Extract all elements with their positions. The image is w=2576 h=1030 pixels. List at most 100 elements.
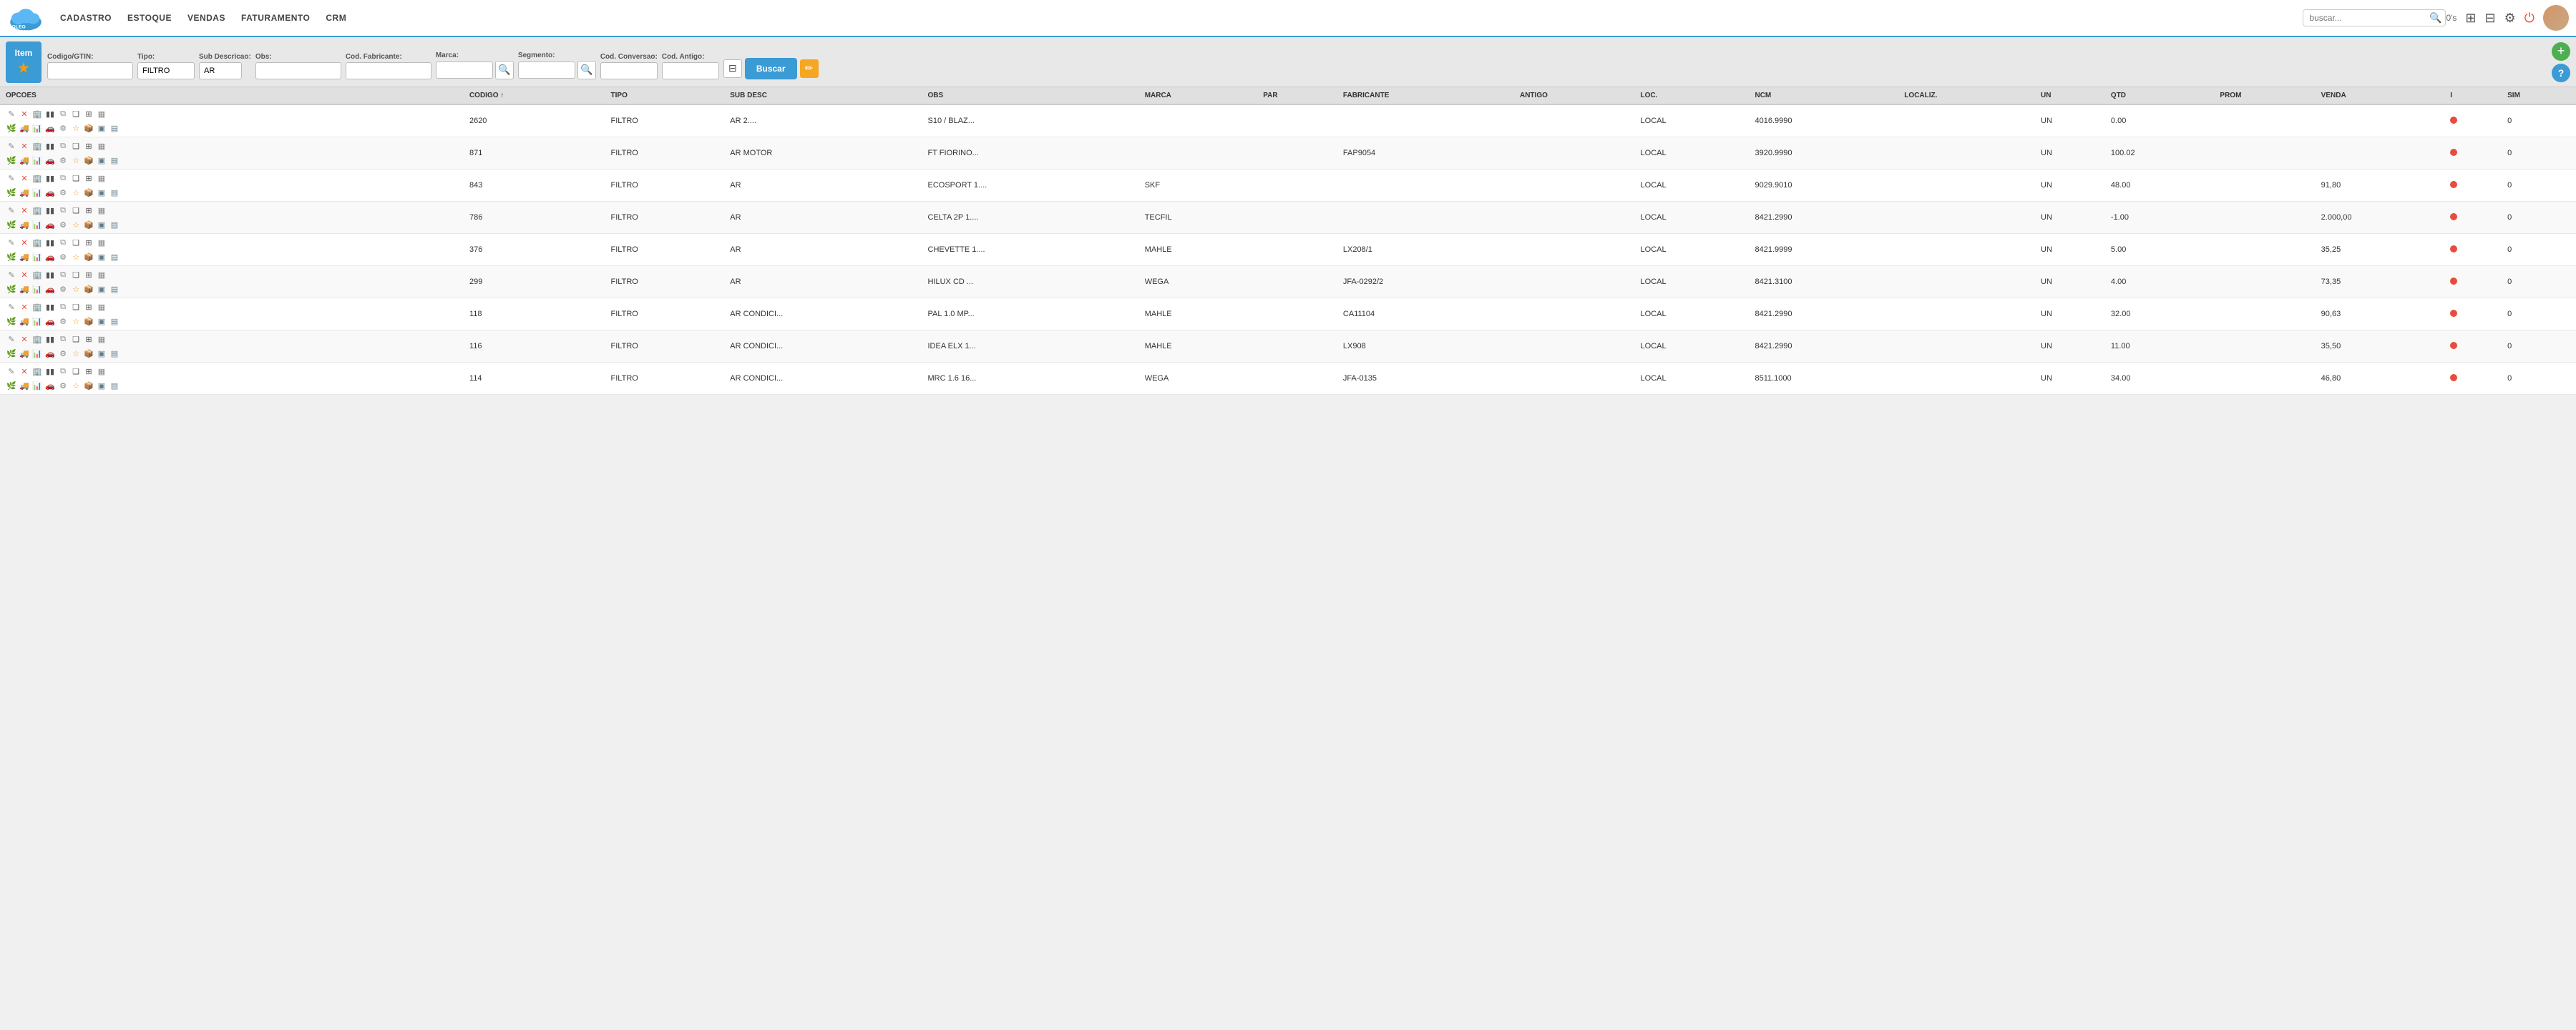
edit-icon[interactable]: ✎ xyxy=(6,140,17,152)
grid2-icon[interactable]: ▦ xyxy=(96,205,107,216)
company-icon[interactable]: 🏢 xyxy=(31,301,43,313)
copy1-icon[interactable]: ⧉ xyxy=(57,237,69,248)
car-icon[interactable]: 🚗 xyxy=(44,154,56,166)
copy1-icon[interactable]: ⧉ xyxy=(57,269,69,280)
input-sub-desc[interactable] xyxy=(199,62,242,79)
nav-vendas[interactable]: VENDAS xyxy=(186,10,227,26)
company-icon[interactable]: 🏢 xyxy=(31,237,43,248)
window1-icon[interactable]: ▣ xyxy=(96,380,107,391)
grid1-icon[interactable]: ⊞ xyxy=(83,237,94,248)
star-icon[interactable]: ☆ xyxy=(70,348,82,359)
edit-icon[interactable]: ✎ xyxy=(6,269,17,280)
barcode-icon[interactable]: ▮▮ xyxy=(44,140,56,152)
window1-icon[interactable]: ▣ xyxy=(96,348,107,359)
copy1-icon[interactable]: ⧉ xyxy=(57,333,69,345)
delete-icon[interactable]: ✕ xyxy=(19,301,30,313)
search-input[interactable] xyxy=(2303,9,2446,26)
copy1-icon[interactable]: ⧉ xyxy=(57,301,69,313)
chart-icon[interactable]: 📊 xyxy=(31,380,43,391)
delete-icon[interactable]: ✕ xyxy=(19,108,30,119)
box-icon[interactable]: 📦 xyxy=(83,251,94,263)
leaf-icon[interactable]: 🌿 xyxy=(6,283,17,295)
box-icon[interactable]: 📦 xyxy=(83,154,94,166)
edit-icon[interactable]: ✎ xyxy=(6,301,17,313)
buscar-button[interactable]: Buscar xyxy=(745,58,797,79)
company-icon[interactable]: 🏢 xyxy=(31,108,43,119)
doc-icon[interactable]: ❏ xyxy=(70,205,82,216)
segmento-search-btn[interactable]: 🔍 xyxy=(577,61,596,79)
grid1-icon[interactable]: ⊞ xyxy=(83,269,94,280)
power-icon[interactable]: ⏻ xyxy=(2524,11,2534,26)
gear-icon[interactable]: ⚙ xyxy=(57,187,69,198)
grid1-icon[interactable]: ⊞ xyxy=(83,366,94,377)
doc-icon[interactable]: ❏ xyxy=(70,108,82,119)
chart-icon[interactable]: 📊 xyxy=(31,187,43,198)
gear-icon[interactable]: ⚙ xyxy=(57,122,69,134)
help-button[interactable]: ? xyxy=(2552,64,2570,82)
delete-icon[interactable]: ✕ xyxy=(19,205,30,216)
grid2-icon[interactable]: ▦ xyxy=(96,237,107,248)
filter-list-btn[interactable]: ⊟ xyxy=(723,59,742,78)
grid1-icon[interactable]: ⊞ xyxy=(83,301,94,313)
box-icon[interactable]: 📦 xyxy=(83,187,94,198)
delete-icon[interactable]: ✕ xyxy=(19,366,30,377)
box-icon[interactable]: 📦 xyxy=(83,219,94,230)
search-button[interactable]: 🔍 xyxy=(2429,12,2441,24)
delete-icon[interactable]: ✕ xyxy=(19,172,30,184)
doc-icon[interactable]: ❏ xyxy=(70,172,82,184)
col-codigo[interactable]: CODIGO ↑ xyxy=(464,87,605,104)
car-icon[interactable]: 🚗 xyxy=(44,348,56,359)
copy1-icon[interactable]: ⧉ xyxy=(57,108,69,119)
avatar[interactable] xyxy=(2543,5,2569,31)
leaf-icon[interactable]: 🌿 xyxy=(6,315,17,327)
chart-icon[interactable]: 📊 xyxy=(31,251,43,263)
copy1-icon[interactable]: ⧉ xyxy=(57,205,69,216)
grid1-icon[interactable]: ⊞ xyxy=(83,205,94,216)
star-icon[interactable]: ☆ xyxy=(70,122,82,134)
company-icon[interactable]: 🏢 xyxy=(31,269,43,280)
window2-icon[interactable]: ▤ xyxy=(109,348,120,359)
barcode-icon[interactable]: ▮▮ xyxy=(44,108,56,119)
box-icon[interactable]: 📦 xyxy=(83,380,94,391)
window2-icon[interactable]: ▤ xyxy=(109,283,120,295)
input-cod-fabricante[interactable] xyxy=(346,62,431,79)
grid2-icon[interactable]: ▦ xyxy=(96,108,107,119)
grid2-icon[interactable]: ▦ xyxy=(96,301,107,313)
gear-icon[interactable]: ⚙ xyxy=(57,283,69,295)
nav-cadastro[interactable]: CADASTRO xyxy=(59,10,113,26)
input-cod-antigo[interactable] xyxy=(662,62,719,79)
grid2-icon[interactable]: ▦ xyxy=(96,172,107,184)
box-icon[interactable]: 📦 xyxy=(83,315,94,327)
company-icon[interactable]: 🏢 xyxy=(31,172,43,184)
delete-icon[interactable]: ✕ xyxy=(19,237,30,248)
apps-icon[interactable]: ⊞ xyxy=(2465,11,2476,26)
star-icon[interactable]: ☆ xyxy=(70,219,82,230)
window1-icon[interactable]: ▣ xyxy=(96,219,107,230)
leaf-icon[interactable]: 🌿 xyxy=(6,219,17,230)
star-icon[interactable]: ★ xyxy=(18,61,29,76)
window1-icon[interactable]: ▣ xyxy=(96,154,107,166)
company-icon[interactable]: 🏢 xyxy=(31,366,43,377)
company-icon[interactable]: 🏢 xyxy=(31,333,43,345)
grid1-icon[interactable]: ⊞ xyxy=(83,108,94,119)
edit-icon[interactable]: ✎ xyxy=(6,333,17,345)
truck-icon[interactable]: 🚚 xyxy=(19,283,30,295)
chart-icon[interactable]: 📊 xyxy=(31,154,43,166)
chart-icon[interactable]: 📊 xyxy=(31,219,43,230)
star-icon[interactable]: ☆ xyxy=(70,380,82,391)
truck-icon[interactable]: 🚚 xyxy=(19,380,30,391)
car-icon[interactable]: 🚗 xyxy=(44,251,56,263)
company-icon[interactable]: 🏢 xyxy=(31,140,43,152)
gear-icon[interactable]: ⚙ xyxy=(57,348,69,359)
add-button[interactable]: + xyxy=(2552,42,2570,61)
window2-icon[interactable]: ▤ xyxy=(109,187,120,198)
edit-icon[interactable]: ✎ xyxy=(6,108,17,119)
window2-icon[interactable]: ▤ xyxy=(109,122,120,134)
grid2-icon[interactable]: ▦ xyxy=(96,333,107,345)
marca-search-btn[interactable]: 🔍 xyxy=(495,61,514,79)
grid1-icon[interactable]: ⊞ xyxy=(83,333,94,345)
truck-icon[interactable]: 🚚 xyxy=(19,251,30,263)
edit-icon[interactable]: ✎ xyxy=(6,205,17,216)
input-marca[interactable] xyxy=(436,62,493,79)
leaf-icon[interactable]: 🌿 xyxy=(6,251,17,263)
